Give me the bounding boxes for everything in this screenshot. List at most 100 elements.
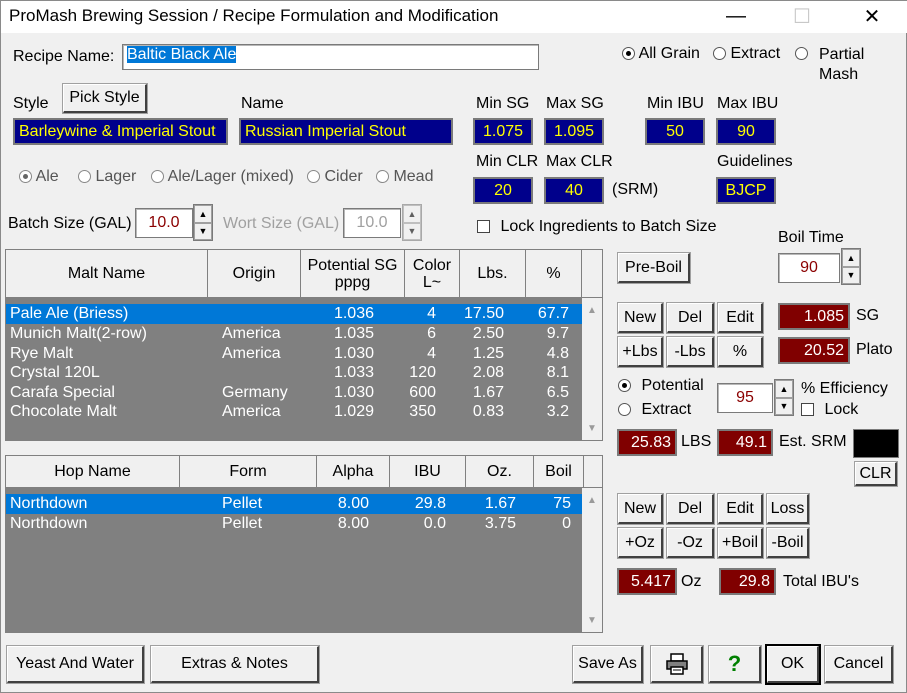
total-lbs-field: 25.83 — [617, 429, 677, 456]
radio-ale-lager-mixed[interactable]: Ale/Lager (mixed) — [151, 168, 294, 186]
efficiency-input[interactable]: 95 — [717, 383, 773, 413]
efficiency-lock-checkbox[interactable]: Lock — [801, 401, 858, 419]
hop-del-button[interactable]: Del — [666, 493, 715, 525]
hop-scrollbar[interactable]: ▲ ▼ — [582, 488, 602, 632]
spin-up-icon[interactable]: ▲ — [775, 380, 793, 398]
malt-row[interactable]: Carafa Special Germany 1.030 600 1.67 6.… — [6, 383, 582, 403]
malt-header-pct[interactable]: % — [526, 250, 582, 298]
radio-cider-label: Cider — [324, 168, 363, 185]
hop-header-alpha[interactable]: Alpha — [317, 456, 390, 488]
sg-value-field: 1.085 — [778, 303, 850, 330]
hop-row[interactable]: Northdown Pellet 8.00 29.8 1.67 75 — [6, 494, 582, 514]
srm-color-swatch — [853, 429, 899, 458]
malt-header-color[interactable]: Color L~ — [405, 250, 460, 298]
malt-sg: 1.030 — [333, 384, 374, 401]
malt-origin: America — [222, 403, 281, 420]
malt-row[interactable]: Rye Malt America 1.030 4 1.25 4.8 — [6, 344, 582, 364]
malt-row[interactable]: Munich Malt(2-row) America 1.035 6 2.50 … — [6, 324, 582, 344]
minimize-button[interactable]: — — [713, 1, 759, 31]
malt-scrollbar[interactable]: ▲ ▼ — [582, 298, 602, 440]
help-button[interactable]: ? — [708, 645, 762, 684]
hop-boil: 0 — [562, 515, 571, 532]
malt-header-potential[interactable]: Potential SG pppg — [301, 250, 405, 298]
malt-del-button[interactable]: Del — [666, 302, 715, 334]
radio-all-grain[interactable]: All Grain — [622, 45, 700, 63]
spin-down-icon[interactable]: ▼ — [775, 397, 793, 415]
ok-button[interactable]: OK — [765, 644, 821, 685]
scroll-up-icon[interactable]: ▲ — [582, 302, 602, 318]
hop-boil: 75 — [553, 495, 571, 512]
radio-extract[interactable]: Extract — [713, 45, 780, 63]
malt-new-button[interactable]: New — [617, 302, 664, 334]
recipe-name-input[interactable]: Baltic Black Ale — [122, 44, 539, 70]
boil-time-spinner[interactable]: ▲ ▼ — [841, 248, 861, 285]
malt-pct: 67.7 — [537, 305, 569, 322]
lock-ingredients-checkbox[interactable]: Lock Ingredients to Batch Size — [477, 218, 717, 236]
hop-new-button[interactable]: New — [617, 493, 664, 525]
hop-plus-oz-button[interactable]: +Oz — [617, 527, 664, 559]
radio-potential[interactable]: Potential — [618, 377, 704, 395]
min-clr-label: Min CLR — [476, 153, 539, 170]
extras-and-notes-button[interactable]: Extras & Notes — [150, 645, 320, 684]
hop-loss-button[interactable]: Loss — [766, 493, 810, 525]
batch-size-input[interactable]: 10.0 — [135, 208, 193, 238]
spin-up-icon[interactable]: ▲ — [842, 249, 860, 267]
radio-cider[interactable]: Cider — [307, 168, 363, 186]
malt-sg: 1.033 — [333, 364, 374, 381]
cancel-button[interactable]: Cancel — [824, 645, 894, 684]
boil-time-input[interactable]: 90 — [778, 253, 840, 283]
hop-plus-boil-button[interactable]: +Boil — [717, 527, 764, 559]
print-button[interactable] — [650, 645, 704, 684]
radio-ale-lager-mixed-label: Ale/Lager (mixed) — [167, 168, 294, 185]
scroll-down-icon[interactable]: ▼ — [582, 612, 602, 628]
malt-plus-lbs-button[interactable]: +Lbs — [617, 336, 664, 368]
radio-extract-efficiency[interactable]: Extract — [618, 401, 691, 419]
hop-header-form[interactable]: Form — [180, 456, 317, 488]
spin-down-icon[interactable]: ▼ — [194, 222, 212, 240]
yeast-and-water-button[interactable]: Yeast And Water — [6, 645, 145, 684]
malt-row[interactable]: Crystal 120L 1.033 120 2.08 8.1 — [6, 363, 582, 383]
hop-header-name[interactable]: Hop Name — [6, 456, 180, 488]
total-oz-label: Oz — [681, 573, 702, 590]
radio-potential-label: Potential — [641, 377, 704, 394]
hop-minus-boil-button[interactable]: -Boil — [766, 527, 810, 559]
radio-lager-indicator — [78, 170, 91, 184]
malt-row[interactable]: Chocolate Malt America 1.029 350 0.83 3.… — [6, 402, 582, 422]
hop-ibu: 0.0 — [423, 515, 446, 532]
radio-partial-mash[interactable] — [795, 45, 808, 63]
spin-down-icon[interactable]: ▼ — [842, 266, 860, 284]
malt-edit-button[interactable]: Edit — [717, 302, 764, 334]
batch-size-spinner[interactable]: ▲ ▼ — [193, 204, 213, 241]
hop-minus-oz-button[interactable]: -Oz — [666, 527, 715, 559]
radio-lager[interactable]: Lager — [78, 168, 136, 186]
malt-pct-button[interactable]: % — [717, 336, 764, 368]
spin-up-icon[interactable]: ▲ — [194, 205, 212, 223]
malt-row[interactable]: Pale Ale (Briess) 1.036 4 17.50 67.7 — [6, 304, 582, 324]
scroll-down-icon[interactable]: ▼ — [582, 420, 602, 436]
save-as-button[interactable]: Save As — [572, 645, 644, 684]
malt-header-origin[interactable]: Origin — [208, 250, 301, 298]
radio-partial-mash-label: Partial Mash — [819, 46, 865, 83]
pick-style-button[interactable]: Pick Style — [62, 83, 148, 114]
close-button[interactable]: ✕ — [849, 1, 895, 31]
wort-size-spinner: ▲ ▼ — [402, 204, 422, 241]
pre-boil-button[interactable]: Pre-Boil — [617, 252, 691, 284]
hop-header-ibu[interactable]: IBU — [390, 456, 466, 488]
hop-edit-button[interactable]: Edit — [717, 493, 764, 525]
max-sg-label: Max SG — [546, 95, 604, 112]
malt-minus-lbs-button[interactable]: -Lbs — [666, 336, 715, 368]
malt-header-name[interactable]: Malt Name — [6, 250, 208, 298]
scroll-up-icon[interactable]: ▲ — [582, 492, 602, 508]
malt-header-lbs[interactable]: Lbs. — [460, 250, 526, 298]
radio-ale[interactable]: Ale — [19, 168, 59, 186]
radio-mead[interactable]: Mead — [376, 168, 433, 186]
recipe-name-label: Recipe Name: — [13, 48, 115, 65]
wort-size-label: Wort Size (GAL) — [223, 215, 340, 232]
hop-row[interactable]: Northdown Pellet 8.00 0.0 3.75 0 — [6, 514, 582, 534]
efficiency-spinner[interactable]: ▲ ▼ — [774, 379, 794, 416]
hop-header-oz[interactable]: Oz. — [466, 456, 534, 488]
hop-header-boil[interactable]: Boil — [534, 456, 584, 488]
malt-lbs: 1.67 — [472, 384, 504, 401]
efficiency-lock-label: Lock — [824, 401, 859, 418]
clr-button[interactable]: CLR — [854, 461, 898, 487]
